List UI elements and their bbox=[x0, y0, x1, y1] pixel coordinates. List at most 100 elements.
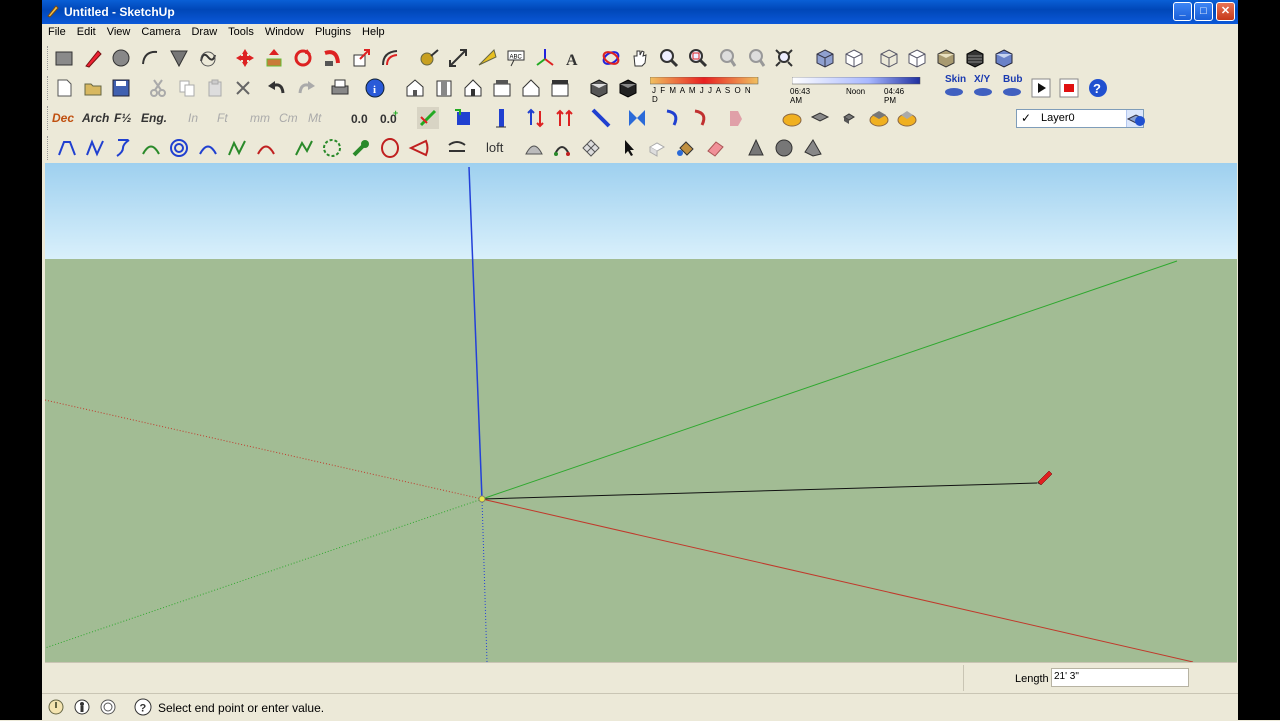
align-tool-icon[interactable] bbox=[525, 107, 547, 129]
model-info-icon[interactable]: i bbox=[364, 77, 386, 99]
box-tool-icon[interactable] bbox=[452, 107, 474, 129]
print-icon[interactable] bbox=[329, 77, 351, 99]
eraser-icon[interactable] bbox=[704, 137, 726, 159]
zoom-icon[interactable] bbox=[658, 47, 680, 69]
sphere-shape-icon[interactable] bbox=[773, 137, 795, 159]
loft-button[interactable]: loft bbox=[486, 140, 503, 155]
skin-plugin-button[interactable]: Skin bbox=[943, 74, 966, 99]
make-component-icon[interactable] bbox=[646, 137, 668, 159]
menu-help[interactable]: Help bbox=[356, 24, 390, 38]
layer-manager-icon[interactable] bbox=[1125, 107, 1147, 129]
unit-dec-button[interactable]: Dec bbox=[52, 111, 74, 125]
component-stack-icon[interactable] bbox=[868, 107, 890, 129]
menu-file[interactable]: File bbox=[42, 24, 71, 38]
paste-icon[interactable] bbox=[204, 77, 226, 99]
spiral-tool-icon[interactable] bbox=[168, 137, 190, 159]
orbit-tool-icon[interactable] bbox=[600, 47, 622, 69]
next-view-icon[interactable] bbox=[745, 47, 767, 69]
xy-plugin-button[interactable]: X/Y bbox=[972, 74, 994, 99]
arc-tool-icon[interactable] bbox=[139, 47, 161, 69]
menu-draw[interactable]: Draw bbox=[185, 24, 222, 38]
pink-shape-icon[interactable] bbox=[726, 107, 748, 129]
geo-location-icon[interactable] bbox=[47, 698, 65, 716]
shaded-style-icon[interactable] bbox=[935, 47, 957, 69]
tape-measure-icon[interactable] bbox=[418, 47, 440, 69]
dimension-tool-icon[interactable] bbox=[447, 47, 469, 69]
open-folder-icon[interactable] bbox=[82, 77, 104, 99]
curviloft-icon[interactable] bbox=[551, 137, 573, 159]
modeling-viewport[interactable] bbox=[45, 163, 1237, 662]
unit-mt-button[interactable]: Mt bbox=[308, 111, 321, 125]
menu-plugins[interactable]: Plugins bbox=[309, 24, 356, 38]
component-box-icon[interactable] bbox=[809, 107, 831, 129]
arc-red-icon[interactable] bbox=[255, 137, 277, 159]
oval-red-icon[interactable] bbox=[379, 137, 401, 159]
component-stack2-icon[interactable] bbox=[896, 107, 918, 129]
minimize-button[interactable]: _ bbox=[1173, 2, 1192, 21]
shaded-textures-style-icon[interactable] bbox=[964, 47, 986, 69]
stop-icon[interactable] bbox=[1058, 77, 1080, 99]
bub-plugin-button[interactable]: Bub bbox=[1001, 74, 1023, 99]
wireframe-style-icon[interactable] bbox=[878, 47, 900, 69]
help-question-icon[interactable]: ? bbox=[134, 698, 152, 716]
distribute-tool-icon[interactable] bbox=[554, 107, 576, 129]
maximize-button[interactable]: □ bbox=[1194, 2, 1213, 21]
save-icon[interactable] bbox=[110, 77, 132, 99]
component-small-box-icon[interactable] bbox=[838, 107, 860, 129]
house-back-view-icon[interactable] bbox=[520, 77, 542, 99]
monochrome-style-icon[interactable] bbox=[993, 47, 1015, 69]
measurements-input[interactable]: 21' 3" bbox=[1051, 668, 1189, 687]
fog-toggle-icon[interactable] bbox=[617, 77, 639, 99]
house-right-view-icon[interactable] bbox=[491, 77, 513, 99]
shadows-toggle-icon[interactable] bbox=[588, 77, 610, 99]
erase-x-icon[interactable] bbox=[232, 77, 254, 99]
paint-bucket-icon[interactable] bbox=[675, 137, 697, 159]
menu-view[interactable]: View bbox=[101, 24, 136, 38]
menu-camera[interactable]: Camera bbox=[135, 24, 185, 38]
zoom-window-icon[interactable] bbox=[687, 47, 709, 69]
spline-tool-icon[interactable] bbox=[112, 137, 134, 159]
house-iso-view-icon[interactable] bbox=[404, 77, 426, 99]
follow-me-tool-icon[interactable] bbox=[321, 47, 343, 69]
circle-tool-icon[interactable] bbox=[110, 47, 132, 69]
component-yellow-icon[interactable] bbox=[781, 107, 803, 129]
help-plugin-icon[interactable]: ? bbox=[1087, 77, 1109, 99]
pan-hand-icon[interactable] bbox=[629, 47, 651, 69]
axes-tool-icon[interactable] bbox=[534, 47, 556, 69]
protractor-icon[interactable] bbox=[476, 47, 498, 69]
polyline-tool-icon[interactable] bbox=[84, 137, 106, 159]
zigzag-tool-icon[interactable] bbox=[226, 137, 248, 159]
move-tool-icon[interactable] bbox=[234, 47, 256, 69]
sweep-tool-icon[interactable] bbox=[446, 137, 468, 159]
line-green-icon[interactable] bbox=[293, 137, 315, 159]
unit-cm-button[interactable]: Cm bbox=[279, 111, 298, 125]
arc-green-icon[interactable] bbox=[140, 137, 162, 159]
pyramid-shape-icon[interactable] bbox=[802, 137, 824, 159]
cut-icon[interactable] bbox=[147, 77, 169, 99]
bezier-tool-icon[interactable] bbox=[56, 137, 78, 159]
credits-icon[interactable] bbox=[73, 698, 91, 716]
extrude-tool-icon[interactable] bbox=[490, 107, 512, 129]
unit-ft-button[interactable]: Ft bbox=[217, 111, 228, 125]
shell-tool-icon[interactable] bbox=[523, 137, 545, 159]
skin-mesh-icon[interactable] bbox=[580, 137, 602, 159]
house-left-view-icon[interactable] bbox=[549, 77, 571, 99]
precision-add-icon[interactable]: 0.0 + bbox=[379, 107, 401, 129]
pencil-tool-icon[interactable] bbox=[82, 47, 104, 69]
select-arrow-icon[interactable] bbox=[618, 137, 640, 159]
previous-view-icon[interactable] bbox=[716, 47, 738, 69]
unit-arch-button[interactable]: Arch bbox=[82, 111, 109, 125]
play-icon[interactable] bbox=[1030, 77, 1052, 99]
undo-icon[interactable] bbox=[266, 77, 288, 99]
house-top-view-icon[interactable] bbox=[433, 77, 455, 99]
menu-edit[interactable]: Edit bbox=[71, 24, 101, 38]
curve-red-icon[interactable] bbox=[690, 107, 712, 129]
house-front-view-icon[interactable] bbox=[462, 77, 484, 99]
new-file-icon[interactable] bbox=[53, 77, 75, 99]
user-icon[interactable] bbox=[99, 698, 117, 716]
menu-window[interactable]: Window bbox=[259, 24, 309, 38]
hidden-line-style-icon[interactable] bbox=[906, 47, 928, 69]
menu-tools[interactable]: Tools bbox=[222, 24, 259, 38]
unit-eng-button[interactable]: Eng. bbox=[141, 111, 167, 125]
rotate-tool-icon[interactable] bbox=[292, 47, 314, 69]
